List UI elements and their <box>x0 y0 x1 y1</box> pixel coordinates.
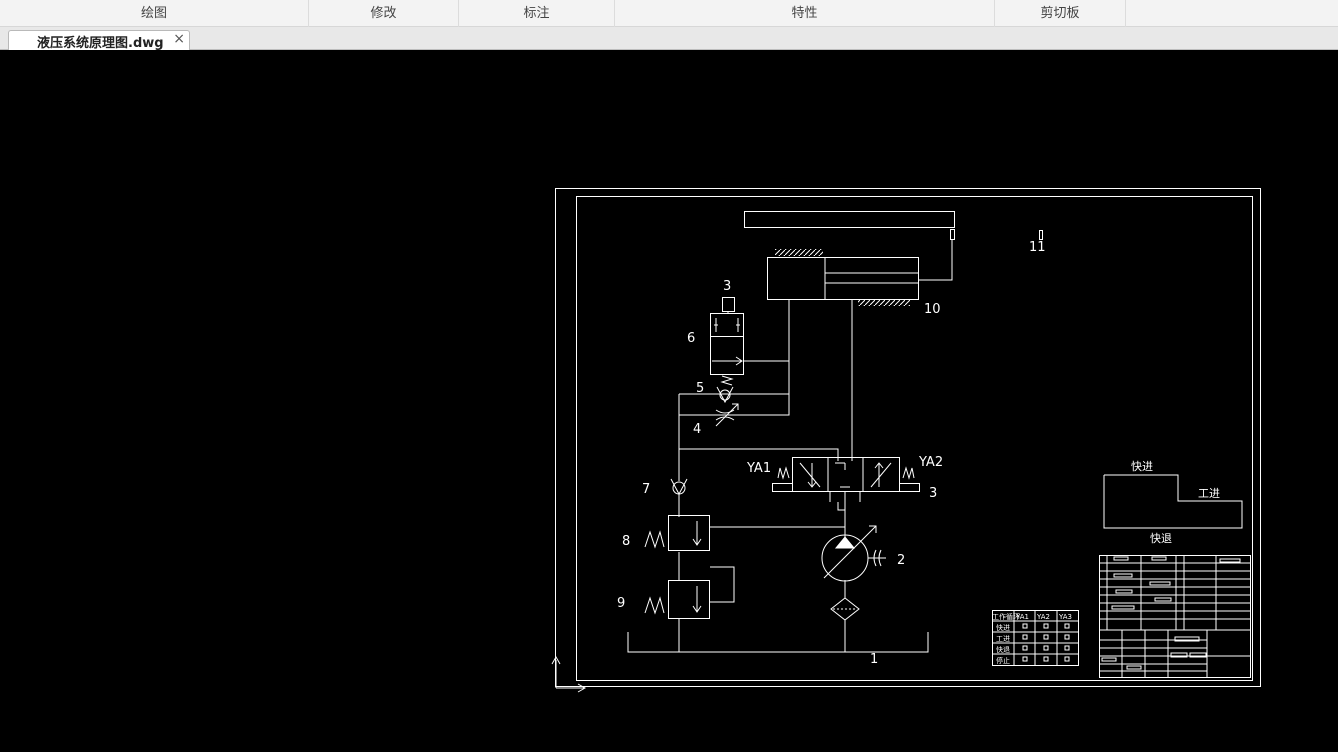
table-header-ya1: YA1 <box>1015 613 1029 621</box>
hydraulic-cylinder-10 <box>767 249 919 306</box>
label-component-9: 9 <box>617 596 625 611</box>
label-component-5: 5 <box>696 381 704 396</box>
pipe-cylinder-left-to-valve6 <box>744 300 790 362</box>
sequence-valve-8 <box>644 515 710 551</box>
worktable <box>744 211 955 228</box>
piston-rod-link <box>918 239 953 281</box>
title-block <box>1099 555 1251 678</box>
label-component-7: 7 <box>642 482 650 497</box>
table-row-stop: 停止 <box>996 656 1010 665</box>
drawing-canvas[interactable]: 1 2 4 5 6 7 8 9 10 11 YA1 YA2 3 3 快进 工进 … <box>0 50 1338 752</box>
label-symbol-3-valve6: 3 <box>723 279 731 294</box>
check-valve-7 <box>670 478 688 496</box>
solenoid-valve-6 <box>710 297 744 386</box>
stop-block-11 <box>1039 230 1043 240</box>
label-component-1: 1 <box>870 652 878 667</box>
table-row-fast-return: 快退 <box>996 645 1010 654</box>
pipe-main-left <box>678 394 839 461</box>
label-symbol-3-valve: 3 <box>929 486 937 501</box>
label-fast-return: 快退 <box>1150 532 1172 545</box>
ribbon-panel-properties[interactable]: 特性 <box>615 0 995 27</box>
hydraulic-schematic-drawing: 1 2 4 5 6 7 8 9 10 11 YA1 YA2 3 3 快进 工进 … <box>551 188 1261 693</box>
label-work-feed: 工进 <box>1198 487 1220 500</box>
label-fast-forward: 快进 <box>1131 460 1153 473</box>
label-component-10: 10 <box>924 302 941 317</box>
label-component-8: 8 <box>622 534 630 549</box>
label-solenoid-ya1: YA1 <box>746 461 771 476</box>
worktable-stop <box>950 229 955 240</box>
table-row-work-feed: 工进 <box>996 635 1010 643</box>
sheet-inner-border <box>576 196 1253 681</box>
ribbon-panel-draw[interactable]: 绘图 <box>0 0 309 27</box>
label-component-6: 6 <box>687 331 695 346</box>
cycle-diagram-outline <box>1103 474 1243 529</box>
document-tab[interactable]: 液压系统原理图.dwg × <box>8 30 190 51</box>
label-solenoid-ya2: YA2 <box>918 455 943 470</box>
relief-valve-9 <box>644 566 735 619</box>
table-row-fast-forward: 快进 <box>996 623 1010 632</box>
ribbon-panel-clipboard[interactable]: 剪切板 <box>995 0 1126 27</box>
label-component-11: 11 <box>1029 240 1046 255</box>
oil-tank <box>627 632 929 653</box>
label-component-4: 4 <box>693 422 701 437</box>
table-header-ya3: YA3 <box>1058 613 1072 621</box>
directional-valve-3pos <box>772 457 920 502</box>
ribbon-bar: 绘图 修改 标注 特性 剪切板 <box>0 0 1338 27</box>
table-header-ya2: YA2 <box>1036 613 1050 621</box>
ribbon-panel-modify[interactable]: 修改 <box>309 0 459 27</box>
filter-1 <box>830 597 860 621</box>
document-tab-bar: 液压系统原理图.dwg × <box>0 27 1338 51</box>
document-tab-title: 液压系统原理图.dwg <box>37 36 164 51</box>
variable-pump-2 <box>821 525 886 582</box>
label-component-2: 2 <box>897 553 905 568</box>
sheet-outer-border <box>555 188 1261 687</box>
close-icon[interactable]: × <box>173 31 185 47</box>
ribbon-panel-annotate[interactable]: 标注 <box>459 0 615 27</box>
